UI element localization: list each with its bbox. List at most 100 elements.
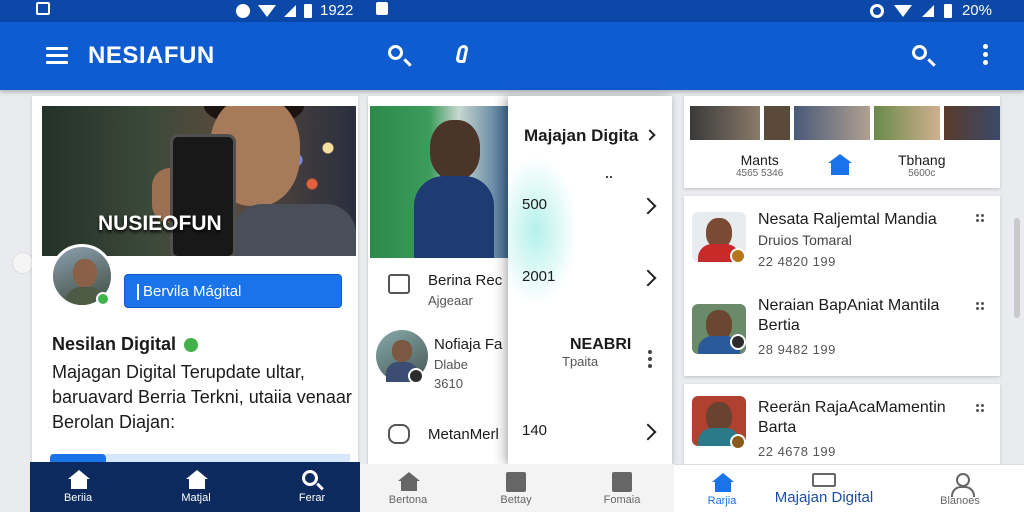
news-row-2-sub: Dlabe bbox=[434, 357, 468, 372]
search-button-right[interactable] bbox=[908, 42, 938, 72]
nav-home-active-label: Rarjia bbox=[707, 495, 737, 507]
thumbnail[interactable] bbox=[874, 106, 940, 140]
list-item[interactable]: Neraian BapAniat Mantila Bertia 28 9482 … bbox=[684, 288, 1000, 368]
channel-input[interactable]: Bervila Mágital bbox=[124, 274, 342, 308]
nav-profile[interactable]: Blanoes bbox=[920, 473, 1000, 507]
tab-right-sub: 5600c bbox=[908, 168, 936, 179]
comment-icon[interactable] bbox=[388, 424, 410, 444]
mic-icon bbox=[455, 45, 469, 63]
list-item[interactable]: Reerän RajaAcaMamentin Barta 22 4678 199 bbox=[684, 384, 1000, 464]
nav-home-label: Beriia bbox=[63, 492, 93, 504]
nav-forum[interactable]: Fomaia bbox=[582, 472, 662, 506]
search-button[interactable] bbox=[384, 42, 414, 72]
list-item-time: 22 4820 199 bbox=[758, 254, 836, 269]
nav-digital[interactable]: Majajan Digital bbox=[764, 473, 884, 506]
thumbnail[interactable] bbox=[690, 106, 760, 140]
play-badge bbox=[730, 248, 746, 264]
nav-library[interactable]: Matjal bbox=[156, 470, 236, 504]
hero-caption: NUSIEOFUN bbox=[98, 212, 222, 235]
gallery-icon bbox=[36, 2, 50, 15]
news-row-1-sub: Ajgeaar bbox=[428, 293, 473, 308]
news-row-1[interactable]: Berina Rec Ajgeaar bbox=[428, 272, 502, 308]
nav-feed[interactable]: Bettay bbox=[476, 472, 556, 506]
nav-news[interactable]: Bertona bbox=[368, 472, 448, 506]
list-item-time: 28 9482 199 bbox=[758, 342, 836, 357]
signal-icon bbox=[284, 4, 296, 17]
home-icon bbox=[68, 470, 90, 490]
thumbnail[interactable] bbox=[764, 106, 790, 140]
app-title: NESIAFUN bbox=[88, 42, 215, 69]
panel-row-3[interactable]: 140 bbox=[508, 412, 672, 452]
panel-row-1-value: 500 bbox=[522, 196, 548, 213]
nav-search-label: Ferar bbox=[298, 492, 326, 504]
news-row-2[interactable]: Nofiaja Fa Dlabe 3610 bbox=[434, 336, 502, 391]
phone-illustration bbox=[170, 134, 236, 256]
profile-card: NUSIEOFUN Bervila Mágital Nesilan Digita… bbox=[32, 96, 358, 512]
side-handle[interactable] bbox=[12, 252, 34, 274]
profile-icon bbox=[950, 473, 975, 497]
status-bar: 1922 20% bbox=[0, 0, 1024, 22]
list-item-time: 22 4678 199 bbox=[758, 444, 836, 459]
battery-icon bbox=[304, 3, 312, 18]
nav-library-label: Matjal bbox=[181, 492, 211, 504]
article-list-card: Nesata Raljemtal Mandia Druios Tomaral 2… bbox=[684, 196, 1000, 376]
home-icon bbox=[398, 472, 420, 492]
drag-handle-icon[interactable] bbox=[976, 404, 986, 414]
news-image bbox=[370, 106, 518, 258]
list-item-title: Neraian BapAniat Mantila Bertia bbox=[758, 297, 940, 334]
signal-icon-right bbox=[921, 4, 934, 17]
more-options-icon[interactable] bbox=[970, 44, 1000, 74]
search-icon-right bbox=[912, 45, 927, 60]
app-bar: NESIAFUN bbox=[0, 22, 1024, 90]
nav-digital-label: Majajan Digital bbox=[774, 489, 874, 506]
panel-row-1[interactable]: 500 bbox=[508, 186, 672, 226]
scrollbar[interactable] bbox=[1014, 218, 1020, 318]
channel-name: Nesilan Digital bbox=[52, 334, 199, 355]
panel-section-title: NEABRI bbox=[570, 336, 632, 353]
tab-left-sub: 4565 5346 bbox=[736, 168, 784, 179]
location-icon bbox=[236, 3, 250, 18]
menu-icon[interactable] bbox=[46, 47, 68, 65]
nav-news-label: Bertona bbox=[388, 494, 428, 506]
panel-row-3-value: 140 bbox=[522, 422, 548, 439]
search-icon bbox=[302, 470, 318, 486]
drag-handle-icon[interactable] bbox=[976, 214, 986, 224]
thumbnail[interactable] bbox=[944, 106, 1000, 140]
search-icon bbox=[388, 45, 403, 60]
follow-button[interactable] bbox=[50, 454, 350, 462]
verified-icon bbox=[184, 337, 199, 352]
tab-left-label: Mants bbox=[740, 152, 779, 168]
news-row-2-title: Nofiaja Fa bbox=[434, 336, 503, 353]
tab-left[interactable]: Mants 4565 5346 bbox=[736, 152, 783, 179]
chevron-right-icon[interactable] bbox=[644, 129, 656, 141]
battery-icon-right bbox=[943, 3, 952, 18]
home-icon[interactable] bbox=[828, 154, 852, 175]
tab-right[interactable]: Tbhang 5600c bbox=[898, 152, 945, 179]
news-row-3[interactable]: MetanMerl bbox=[428, 426, 499, 443]
news-row-1-title: Berina Rec bbox=[428, 272, 503, 289]
chevron-right-icon bbox=[639, 423, 657, 441]
play-badge bbox=[408, 368, 424, 384]
forum-icon bbox=[612, 472, 632, 492]
status-time: 1922 bbox=[320, 2, 354, 19]
panel-row-2[interactable]: 2001 bbox=[508, 258, 672, 298]
panel-row-2-value: 2001 bbox=[522, 268, 556, 285]
tab-right-label: Tbhang bbox=[898, 152, 946, 168]
voice-button[interactable] bbox=[448, 42, 478, 72]
nav-home[interactable]: Beriia bbox=[38, 470, 118, 504]
list-item-sub: Druios Tomaral bbox=[758, 232, 852, 248]
bottom-nav-tertiary: Rarjia Majajan Digital Blanoes bbox=[674, 464, 1024, 512]
thumbnail[interactable] bbox=[794, 106, 870, 140]
nav-search[interactable]: Ferar bbox=[272, 470, 352, 504]
news-row-2-time: 3610 bbox=[434, 376, 463, 391]
panel-title: Majajan Digita bbox=[524, 126, 639, 145]
rotation-icon bbox=[869, 3, 884, 18]
nav-home-active[interactable]: Rarjia bbox=[682, 473, 762, 507]
drag-handle-icon[interactable] bbox=[976, 302, 986, 312]
more-options-icon[interactable] bbox=[648, 350, 652, 371]
play-badge bbox=[730, 334, 746, 350]
channel-input-value: Bervila Mágital bbox=[143, 283, 242, 300]
home-icon bbox=[712, 473, 734, 493]
list-item[interactable]: Nesata Raljemtal Mandia Druios Tomaral 2… bbox=[684, 196, 1000, 276]
wifi-icon bbox=[258, 4, 276, 17]
